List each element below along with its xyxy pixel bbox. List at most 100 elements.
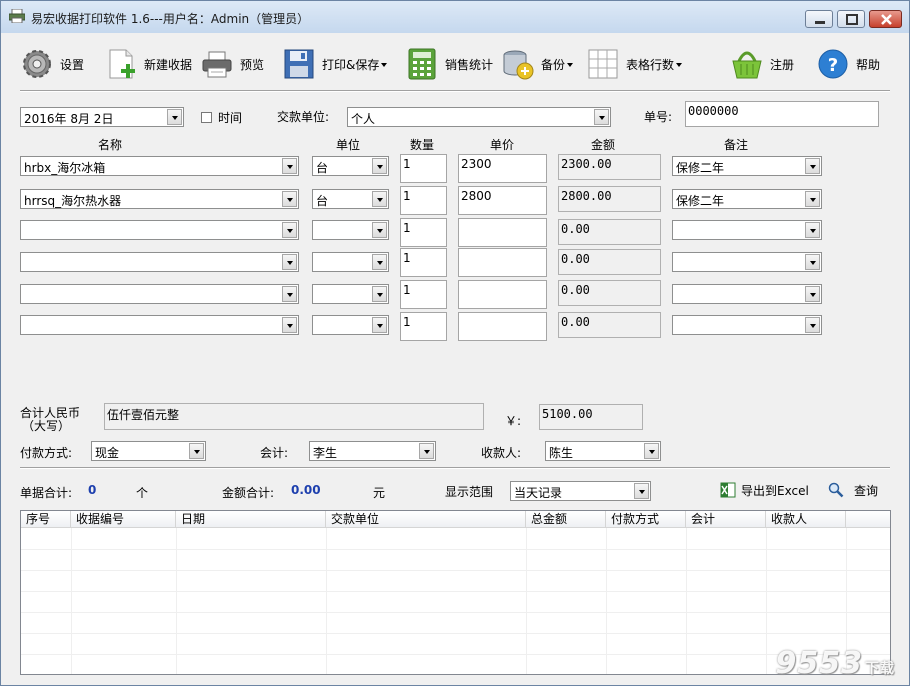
chevron-down-icon[interactable] — [282, 158, 297, 174]
accountant-select[interactable]: 李生 — [309, 441, 436, 461]
settings-button[interactable]: 设置 — [20, 44, 84, 84]
chevron-down-icon[interactable] — [282, 191, 297, 207]
chevron-down-icon[interactable] — [189, 443, 204, 459]
register-button[interactable]: 注册 — [730, 44, 794, 84]
date-picker[interactable]: 2016年 8月 2日 — [20, 107, 184, 127]
item-name-select[interactable] — [20, 252, 299, 272]
backup-button[interactable]: 备份 — [501, 44, 574, 84]
header-receipt-no[interactable]: 收据编号 — [71, 511, 176, 528]
chevron-down-icon[interactable] — [282, 286, 297, 302]
item-remark-select[interactable] — [672, 284, 822, 304]
table-rows-button[interactable]: 表格行数 — [586, 44, 683, 84]
chevron-down-icon[interactable] — [372, 317, 387, 333]
chevron-down-icon[interactable] — [634, 483, 649, 499]
receipt-no-input[interactable]: 0000000 — [685, 101, 879, 127]
date-value: 2016年 8月 2日 — [24, 112, 114, 126]
maximize-button[interactable] — [837, 10, 865, 28]
records-table[interactable]: 序号 收据编号 日期 交款单位 总金额 付款方式 会计 收款人 — [20, 510, 891, 675]
item-quantity-input[interactable]: 1 — [400, 186, 447, 215]
grid-line — [21, 633, 890, 634]
settings-label: 设置 — [60, 57, 85, 72]
magnifier-icon — [828, 482, 844, 498]
toolbar-divider — [20, 90, 890, 92]
minimize-button[interactable] — [805, 10, 833, 28]
preview-button[interactable]: 预览 — [200, 44, 264, 84]
chevron-down-icon[interactable] — [372, 222, 387, 238]
chevron-down-icon[interactable] — [282, 317, 297, 333]
chevron-down-icon[interactable] — [805, 286, 820, 302]
item-unit-select[interactable] — [312, 315, 389, 335]
item-quantity-input[interactable]: 1 — [400, 248, 447, 277]
item-remark-select[interactable] — [672, 220, 822, 240]
item-unit-select[interactable] — [312, 220, 389, 240]
col-quantity-header: 数量 — [410, 138, 435, 152]
item-quantity-input[interactable]: 1 — [400, 218, 447, 247]
item-remark-select[interactable]: 保修二年 — [672, 189, 822, 209]
item-name-select[interactable] — [20, 220, 299, 240]
grid-line — [326, 528, 327, 674]
item-remark-select[interactable] — [672, 315, 822, 335]
chevron-down-icon[interactable] — [805, 317, 820, 333]
col-unit-header: 单位 — [336, 138, 361, 152]
sales-stats-button[interactable]: 销售统计 — [405, 44, 493, 84]
preview-label: 预览 — [240, 57, 265, 72]
display-range-select[interactable]: 当天记录 — [510, 481, 651, 501]
chevron-down-icon[interactable] — [282, 254, 297, 270]
item-price-input[interactable] — [458, 280, 547, 309]
chevron-down-icon[interactable] — [805, 254, 820, 270]
item-name-select[interactable]: hrbx_海尔冰箱 — [20, 156, 299, 176]
chevron-down-icon[interactable] — [419, 443, 434, 459]
item-name-select[interactable] — [20, 284, 299, 304]
item-remark-select[interactable] — [672, 252, 822, 272]
item-unit-select[interactable]: 台 — [312, 189, 389, 209]
item-quantity-input[interactable]: 1 — [400, 154, 447, 183]
grid-line — [686, 528, 687, 674]
chevron-down-icon[interactable] — [805, 158, 820, 174]
chevron-down-icon[interactable] — [805, 191, 820, 207]
payee-select[interactable]: 陈生 — [545, 441, 661, 461]
chevron-down-icon[interactable] — [167, 109, 182, 125]
header-seq[interactable]: 序号 — [21, 511, 71, 528]
item-price-input[interactable] — [458, 218, 547, 247]
item-price-input[interactable]: 2800 — [458, 186, 547, 215]
item-unit-select[interactable]: 台 — [312, 156, 389, 176]
header-total[interactable]: 总金额 — [526, 511, 606, 528]
payer-select[interactable]: 个人 — [347, 107, 611, 127]
chevron-down-icon[interactable] — [644, 443, 659, 459]
close-button[interactable] — [869, 10, 902, 28]
excel-icon — [720, 482, 736, 498]
item-quantity-input[interactable]: 1 — [400, 312, 447, 341]
header-date[interactable]: 日期 — [176, 511, 326, 528]
item-price-input[interactable] — [458, 312, 547, 341]
item-price-input[interactable]: 2300 — [458, 154, 547, 183]
time-label: 时间 — [218, 111, 243, 125]
header-accountant[interactable]: 会计 — [686, 511, 766, 528]
title-bar[interactable]: 易宏收据打印软件 1.6---用户名：Admin（管理员） — [1, 1, 909, 33]
chevron-down-icon[interactable] — [372, 158, 387, 174]
item-quantity-input[interactable]: 1 — [400, 280, 447, 309]
time-checkbox[interactable] — [201, 112, 212, 123]
print-save-button[interactable]: 打印&保存 — [282, 44, 388, 84]
payment-method-select[interactable]: 现金 — [91, 441, 206, 461]
item-unit-select[interactable] — [312, 252, 389, 272]
item-name-select[interactable]: hrrsq_海尔热水器 — [20, 189, 299, 209]
header-payer[interactable]: 交款单位 — [326, 511, 526, 528]
new-receipt-button[interactable]: 新建收据 — [104, 44, 192, 84]
item-price-input[interactable] — [458, 248, 547, 277]
chevron-down-icon[interactable] — [372, 254, 387, 270]
query-button[interactable]: 查询 — [828, 472, 878, 508]
svg-text:?: ? — [828, 55, 838, 76]
chevron-down-icon[interactable] — [594, 109, 609, 125]
item-name-select[interactable] — [20, 315, 299, 335]
receipt-count-label: 单据合计: — [20, 486, 73, 500]
chevron-down-icon[interactable] — [282, 222, 297, 238]
header-payee[interactable]: 收款人 — [766, 511, 846, 528]
item-unit-select[interactable] — [312, 284, 389, 304]
export-excel-button[interactable]: 导出到Excel — [720, 472, 809, 508]
header-payment-method[interactable]: 付款方式 — [606, 511, 686, 528]
chevron-down-icon[interactable] — [372, 286, 387, 302]
chevron-down-icon[interactable] — [372, 191, 387, 207]
item-remark-select[interactable]: 保修二年 — [672, 156, 822, 176]
help-button[interactable]: ? 帮助 — [816, 44, 880, 84]
chevron-down-icon[interactable] — [805, 222, 820, 238]
